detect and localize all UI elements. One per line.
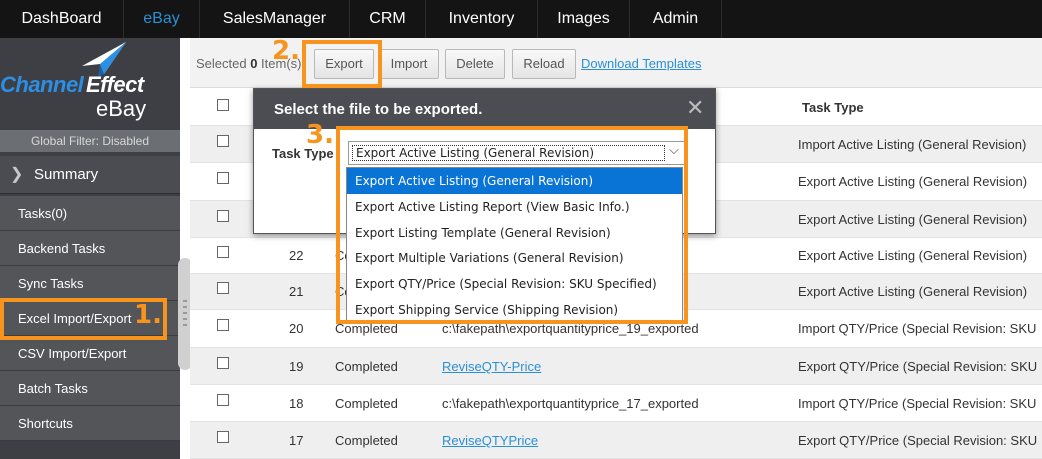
- task-type-cell: Import QTY/Price (Special Revision: SKU: [798, 396, 1037, 411]
- logo-ebay-text: eBay: [96, 96, 147, 121]
- nav-item-inventory[interactable]: Inventory: [426, 0, 538, 38]
- sidebar-item-backend-tasks[interactable]: Backend Tasks: [0, 231, 180, 266]
- nav-item-images[interactable]: Images: [538, 0, 630, 38]
- task-type-cell: Export Active Listing (General Revision): [798, 212, 1028, 227]
- annotation-box-3: [336, 126, 688, 324]
- sidebar-item-tasks[interactable]: Tasks(0): [0, 196, 180, 231]
- annotation-step-3: 3.: [306, 120, 334, 150]
- column-header-task-type: Task Type: [802, 100, 864, 115]
- sidebar-item-csv-import-export[interactable]: CSV Import/Export: [0, 336, 180, 371]
- row-checkbox[interactable]: [217, 246, 229, 258]
- row-checkbox[interactable]: [217, 431, 229, 443]
- annotation-step-1: 1.: [134, 300, 162, 330]
- download-templates-link[interactable]: Download Templates: [581, 56, 701, 71]
- sidebar-item-sync-tasks[interactable]: Sync Tasks: [0, 266, 180, 301]
- row-checkbox[interactable]: [217, 282, 229, 294]
- logo-channel-text: Channel: [0, 72, 84, 97]
- task-type-cell: Export QTY/Price (Special Revision: SKU: [798, 359, 1038, 374]
- close-icon[interactable]: ✕: [686, 96, 704, 121]
- sidebar-summary[interactable]: ❯ Summary: [0, 156, 180, 194]
- task-type-cell: Export Active Listing (General Revision): [798, 284, 1028, 299]
- sidebar-item-batch-tasks[interactable]: Batch Tasks: [0, 371, 180, 406]
- status-cell: Completed: [335, 396, 398, 411]
- nav-item-crm[interactable]: CRM: [350, 0, 426, 38]
- nav-item-ebay[interactable]: eBay: [124, 0, 200, 38]
- global-filter-status[interactable]: Global Filter: Disabled: [0, 130, 180, 152]
- modal-title: Select the file to be exported.: [274, 101, 483, 118]
- sidebar: Channel Effect eBay Global Filter: Disab…: [0, 38, 180, 459]
- task-id-cell: 18: [289, 396, 304, 411]
- task-type-cell: Import QTY/Price (Special Revision: SKU: [798, 321, 1037, 336]
- task-id-cell: 19: [289, 359, 304, 374]
- task-id-cell: 17: [289, 433, 304, 448]
- file-path-cell: c:\fakepath\exportquantityprice_17_expor…: [442, 396, 699, 411]
- row-checkbox[interactable]: [217, 394, 229, 406]
- top-nav: DashBoard eBay SalesManager CRM Inventor…: [0, 0, 1042, 38]
- task-type-cell: Export Active Listing (General Revision): [798, 174, 1028, 189]
- sidebar-summary-label: Summary: [34, 166, 99, 183]
- logo: Channel Effect eBay: [0, 38, 180, 126]
- status-cell: Completed: [335, 433, 398, 448]
- annotation-box-2: [302, 40, 382, 88]
- task-type-cell: Export QTY/Price (Special Revision: SKU: [798, 433, 1038, 448]
- nav-item-dashboard[interactable]: DashBoard: [0, 0, 124, 38]
- row-checkbox[interactable]: [217, 172, 229, 184]
- sidebar-item-shortcuts[interactable]: Shortcuts: [0, 406, 180, 441]
- file-link[interactable]: ReviseQTYPrice: [442, 433, 538, 448]
- table-row[interactable]: 18 Completed c:\fakepath\exportquantitypri…: [190, 385, 1042, 422]
- task-id-cell: 22: [289, 248, 304, 263]
- row-checkbox[interactable]: [217, 357, 229, 369]
- delete-button[interactable]: Delete: [445, 49, 505, 79]
- select-all-checkbox[interactable]: [217, 99, 229, 111]
- table-row[interactable]: 19 Completed ReviseQTY-Price Export QTY/Pri…: [190, 348, 1042, 385]
- row-checkbox[interactable]: [217, 319, 229, 331]
- status-cell: Completed: [335, 359, 398, 374]
- import-button[interactable]: Import: [379, 49, 439, 79]
- table-row[interactable]: 17 Completed ReviseQTYPrice Export QTY/Pric…: [190, 422, 1042, 459]
- nav-item-admin[interactable]: Admin: [630, 0, 722, 38]
- task-id-cell: 20: [289, 321, 304, 336]
- row-checkbox[interactable]: [217, 135, 229, 147]
- task-id-cell: 21: [289, 284, 304, 299]
- annotation-step-2: 2.: [272, 36, 300, 66]
- row-checkbox[interactable]: [217, 210, 229, 222]
- chevron-right-icon: ❯: [10, 166, 24, 183]
- nav-item-salesmanager[interactable]: SalesManager: [200, 0, 350, 38]
- file-link[interactable]: ReviseQTY-Price: [442, 359, 541, 374]
- reload-button[interactable]: Reload: [512, 49, 576, 79]
- logo-effect-text: Effect: [86, 72, 144, 97]
- task-type-cell: Import Active Listing (General Revision): [798, 137, 1027, 152]
- task-type-cell: Export Active Listing (General Revision): [798, 248, 1028, 263]
